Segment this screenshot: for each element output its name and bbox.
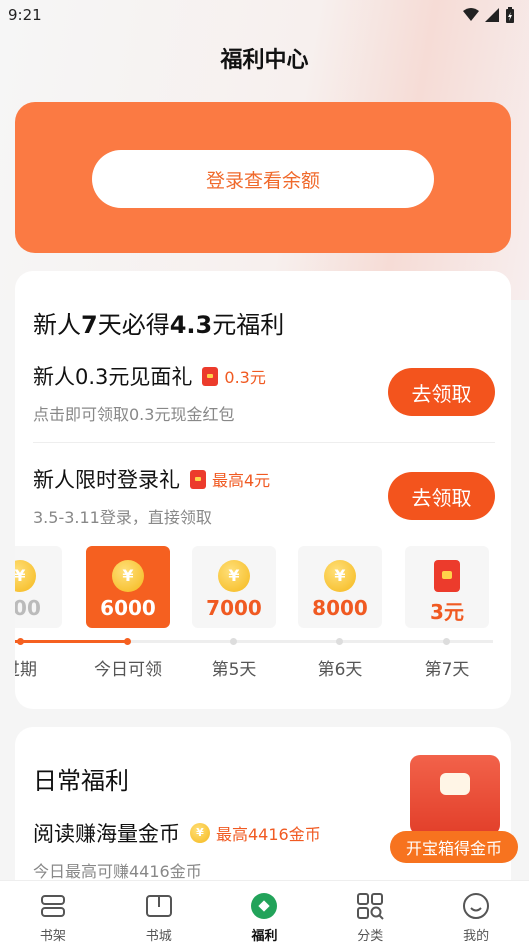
day-label: 第7天 bbox=[424, 660, 470, 680]
balance-card: 登录查看余额 bbox=[15, 102, 511, 253]
treasure-chest-label: 开宝箱得金币 bbox=[390, 831, 518, 863]
progress-dot bbox=[230, 638, 237, 645]
day-item-today[interactable]: ¥ 6000 今日可领 bbox=[86, 546, 170, 680]
task-name: 阅读赚海量金币 bbox=[33, 822, 180, 846]
day-label: 今日可领 bbox=[94, 660, 162, 680]
task-login-gift: 新人限时登录礼 最高4元 3.5-3.11登录，直接领取 去领取 bbox=[33, 464, 495, 528]
welfare-icon bbox=[251, 893, 278, 919]
task-welcome-gift: 新人0.3元见面礼 0.3元 点击即可领取0.3元现金红包 去领取 bbox=[33, 361, 495, 425]
signal-icon bbox=[485, 8, 499, 22]
newbie-card-title: 新人7天必得4.3元福利 bbox=[33, 311, 285, 339]
newbie-welfare-card: 新人7天必得4.3元福利 新人0.3元见面礼 0.3元 点击即可领取0.3元现金… bbox=[15, 271, 511, 709]
coin-icon: ¥ bbox=[112, 560, 144, 592]
task-name: 新人0.3元见面礼 bbox=[33, 365, 193, 389]
book-icon bbox=[145, 895, 172, 917]
tab-profile[interactable]: 我的 bbox=[423, 881, 529, 946]
coin-icon: ¥ bbox=[324, 560, 356, 592]
treasure-chest-icon bbox=[410, 755, 500, 835]
progress-dot bbox=[124, 638, 131, 645]
category-icon bbox=[357, 893, 384, 920]
claim-welcome-gift-button[interactable]: 去领取 bbox=[388, 368, 495, 416]
day-item-expired[interactable]: ¥ 000 过期 bbox=[15, 546, 62, 680]
battery-icon bbox=[506, 7, 514, 23]
tab-welfare[interactable]: 福利 bbox=[212, 881, 318, 946]
tab-category[interactable]: 分类 bbox=[317, 881, 423, 946]
progress-dot bbox=[443, 638, 450, 645]
coin-icon: ¥ bbox=[15, 560, 36, 592]
status-bar: 9:21 bbox=[0, 0, 529, 30]
tab-bookstore[interactable]: 书城 bbox=[106, 881, 212, 946]
page-title: 福利中心 bbox=[220, 48, 309, 73]
status-icons bbox=[463, 7, 515, 23]
treasure-chest-button[interactable]: 开宝箱得金币 bbox=[388, 755, 520, 865]
task-reward: 最高4元 bbox=[212, 471, 271, 490]
coin-icon: ¥ bbox=[218, 560, 250, 592]
day-label: 过期 bbox=[15, 660, 37, 680]
claim-login-gift-button[interactable]: 去领取 bbox=[388, 472, 495, 520]
red-packet-icon bbox=[434, 560, 460, 592]
task-reward: 最高4416金币 bbox=[216, 825, 321, 844]
bookshelf-icon bbox=[40, 895, 65, 917]
coin-icon: ¥ bbox=[190, 823, 210, 843]
profile-icon bbox=[463, 893, 490, 919]
task-name: 新人限时登录礼 bbox=[33, 468, 180, 492]
login-view-balance-button[interactable]: 登录查看余额 bbox=[92, 150, 434, 208]
day-label: 第6天 bbox=[317, 660, 363, 680]
day-item-7[interactable]: 3元 第7天 bbox=[405, 546, 489, 680]
red-packet-icon bbox=[190, 469, 206, 489]
daily-card-title: 日常福利 bbox=[33, 767, 129, 795]
status-time: 9:21 bbox=[8, 6, 42, 24]
divider bbox=[33, 442, 495, 443]
wifi-icon bbox=[463, 8, 479, 21]
progress-dot bbox=[336, 638, 343, 645]
task-reward: 0.3元 bbox=[224, 368, 266, 387]
progress-dot bbox=[17, 638, 24, 645]
tab-bookshelf[interactable]: 书架 bbox=[0, 881, 106, 946]
day-label: 第5天 bbox=[211, 660, 257, 680]
bottom-tab-bar: 书架 书城 福利 分类 我的 bbox=[0, 880, 529, 946]
day-item-6[interactable]: ¥ 8000 第6天 bbox=[298, 546, 382, 680]
day-item-5[interactable]: ¥ 7000 第5天 bbox=[192, 546, 276, 680]
daily-rewards-strip[interactable]: ¥ 000 过期 ¥ 6000 今日可领 ¥ 7000 第5天 ¥ 80 bbox=[15, 546, 511, 686]
red-packet-icon bbox=[202, 366, 219, 386]
